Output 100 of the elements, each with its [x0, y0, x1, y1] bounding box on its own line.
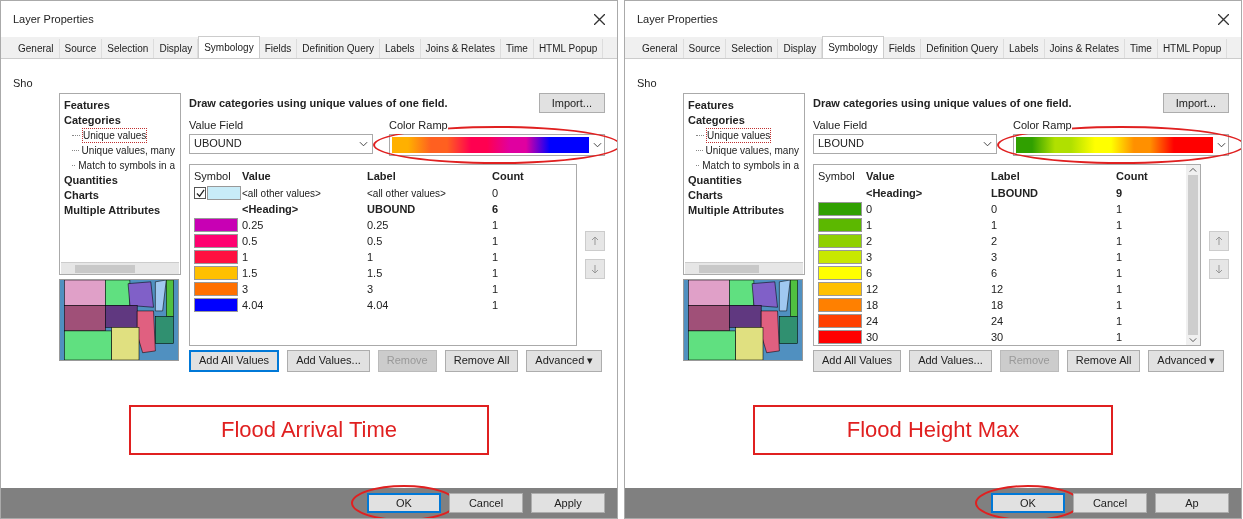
checkbox[interactable] — [194, 187, 206, 199]
tree-item[interactable]: Multiple Attributes — [64, 203, 176, 218]
color-ramp-dropdown[interactable] — [1013, 133, 1229, 156]
down-arrow-icon — [1214, 263, 1224, 274]
action-button[interactable]: Add Values... — [287, 349, 370, 372]
column-header[interactable]: Value — [242, 168, 367, 185]
symbol-swatch[interactable] — [194, 250, 238, 264]
move-up-button[interactable] — [585, 230, 605, 251]
dialog-button[interactable]: OK — [991, 493, 1065, 513]
symbol-swatch[interactable] — [194, 298, 238, 312]
caret-icon — [593, 141, 602, 148]
tab[interactable]: Symbology — [198, 36, 260, 58]
table-cell-text: 0.25 — [242, 217, 265, 233]
table-cell-text: 1 — [242, 249, 250, 265]
action-button[interactable]: Remove All — [1066, 349, 1141, 372]
dialog-button[interactable]: Cancel — [1073, 493, 1147, 513]
tree-item[interactable]: Quantities — [688, 173, 800, 188]
table-cell-text: <all other values> — [242, 186, 322, 201]
column-header[interactable]: Value — [866, 168, 991, 185]
table-cell-text: 0.5 — [242, 233, 259, 249]
action-button[interactable]: Add All Values — [189, 349, 280, 372]
horizontal-scrollbar[interactable] — [61, 262, 179, 274]
symbol-swatch[interactable] — [818, 330, 862, 344]
table-cell-text: 12 — [991, 281, 1005, 297]
symbol-swatch[interactable] — [194, 218, 238, 232]
tree-item[interactable]: Unique values — [706, 128, 772, 143]
column-header[interactable]: Symbol — [194, 168, 242, 185]
symbol-swatch[interactable] — [818, 298, 862, 312]
tab[interactable]: Symbology — [822, 36, 884, 58]
close-icon[interactable] — [594, 13, 605, 25]
table-cell-text: 1 — [991, 217, 999, 233]
close-icon[interactable] — [1218, 13, 1229, 25]
up-arrow-icon — [590, 235, 600, 246]
tree-item[interactable]: Features — [64, 98, 176, 113]
dialog-button[interactable]: Ap — [1155, 493, 1229, 513]
tree-item[interactable]: Quantities — [64, 173, 176, 188]
dialog-button[interactable]: Apply — [531, 493, 605, 513]
symbol-swatch[interactable] — [818, 218, 862, 232]
import-button[interactable]: Import... — [1162, 93, 1229, 113]
column-header[interactable]: Count — [1116, 168, 1156, 185]
show-label: Sho — [13, 75, 33, 91]
show-label: Sho — [637, 75, 657, 91]
column-header[interactable]: Label — [991, 168, 1116, 185]
tree-item[interactable]: Multiple Attributes — [688, 203, 800, 218]
caret-icon — [359, 140, 368, 147]
table-cell-text: 1 — [1116, 217, 1124, 233]
color-ramp-dropdown[interactable] — [389, 133, 605, 156]
move-up-button[interactable] — [1209, 230, 1229, 251]
tree-item[interactable]: Categories — [688, 113, 800, 128]
symbol-swatch[interactable] — [818, 266, 862, 280]
dialog-button[interactable]: Cancel — [449, 493, 523, 513]
symbol-swatch[interactable] — [194, 234, 238, 248]
symbol-swatch[interactable] — [194, 266, 238, 280]
tree-item[interactable]: Unique values, many — [704, 143, 800, 158]
move-down-button[interactable] — [585, 258, 605, 279]
table-cell-text: 1 — [367, 249, 375, 265]
value-field-dropdown[interactable]: LBOUND — [813, 133, 997, 154]
tree-item[interactable]: Charts — [64, 188, 176, 203]
table-cell-text: 6 — [866, 265, 874, 281]
action-button[interactable]: Add All Values — [813, 349, 902, 372]
tree-item[interactable]: Charts — [688, 188, 800, 203]
action-button[interactable]: Add Values... — [909, 349, 992, 372]
table-cell-text: 1 — [1116, 201, 1124, 217]
table-cell-text: 24 — [866, 313, 880, 329]
import-button[interactable]: Import... — [538, 93, 605, 113]
scroll-up-icon[interactable] — [1189, 166, 1197, 173]
dialog-button[interactable]: OK — [367, 493, 441, 513]
symbol-swatch[interactable] — [818, 250, 862, 264]
symbol-swatch[interactable] — [818, 282, 862, 296]
column-header[interactable]: Label — [367, 168, 492, 185]
table-cell-text: 1 — [492, 217, 500, 233]
table-cell-text: 1 — [1116, 233, 1124, 249]
move-down-button[interactable] — [1209, 258, 1229, 279]
scroll-down-icon[interactable] — [1189, 336, 1197, 343]
symbol-swatch[interactable] — [818, 314, 862, 328]
caret-icon — [983, 140, 992, 147]
tree-item[interactable]: Unique values, many — [80, 143, 176, 158]
tree-item[interactable]: Features — [688, 98, 800, 113]
table-cell-text: 1 — [1116, 297, 1124, 313]
table-cell-text: 18 — [866, 297, 880, 313]
tree-item[interactable]: Match to symbols in a — [77, 158, 176, 173]
column-header[interactable]: Symbol — [818, 168, 866, 185]
caret-icon — [1217, 141, 1226, 148]
tree-item[interactable]: Unique values — [82, 128, 148, 143]
symbol-swatch[interactable] — [207, 186, 241, 200]
table-cell-text: 0 — [866, 201, 874, 217]
value-field-dropdown[interactable]: UBOUND — [189, 133, 373, 154]
tree-item[interactable]: Categories — [64, 113, 176, 128]
action-button[interactable]: Remove All — [444, 349, 519, 372]
action-button[interactable]: Advanced ▾ — [526, 349, 603, 372]
table-cell-text: 1 — [1116, 281, 1124, 297]
action-button[interactable]: Advanced ▾ — [1148, 349, 1225, 372]
column-header[interactable]: Count — [492, 168, 532, 185]
symbol-swatch[interactable] — [818, 202, 862, 216]
symbol-swatch[interactable] — [818, 234, 862, 248]
horizontal-scrollbar[interactable] — [685, 262, 803, 274]
renderer-heading: Draw categories using unique values of one field. — [189, 95, 448, 111]
tree-item[interactable]: Match to symbols in a — [701, 158, 800, 173]
vertical-scrollbar[interactable] — [1186, 164, 1200, 345]
symbol-swatch[interactable] — [194, 282, 238, 296]
